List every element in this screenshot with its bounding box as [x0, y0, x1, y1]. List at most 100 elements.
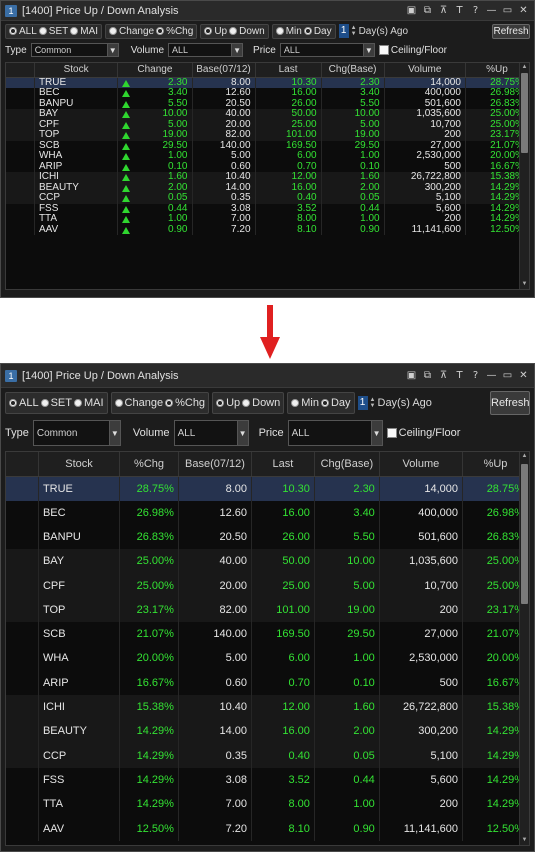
table-row[interactable]: ICHI 1.60 10.40 12.00 1.60 26,722,800 15.38% — [6, 172, 529, 183]
checkbox-box[interactable] — [378, 45, 389, 55]
col-header-chgbase[interactable]: Chg(Base) — [314, 452, 380, 477]
table-row[interactable]: BEAUTY 2.00 14.00 16.00 2.00 300,200 14.29% — [6, 182, 529, 193]
chevron-down-icon[interactable]: ▼ — [236, 421, 248, 445]
table-row[interactable]: BANPU 5.50 20.50 26.00 5.50 501,600 26.83% — [6, 98, 529, 109]
radio-min[interactable]: Min — [275, 26, 302, 37]
col-header-stock[interactable]: Stock — [34, 63, 119, 78]
radio-min[interactable]: Min — [291, 397, 319, 409]
table-row[interactable]: SCB 21.07% 140.00 169.50 29.50 27,000 21.07% — [6, 621, 529, 647]
spin-down-icon[interactable]: ▼ — [351, 31, 357, 37]
col-header-last[interactable]: Last — [255, 63, 322, 78]
refresh-button[interactable]: Refresh — [490, 391, 530, 415]
days-input[interactable]: 1 — [338, 24, 349, 38]
link-icon[interactable]: ▣ — [405, 4, 418, 17]
col-header-base[interactable]: Base(07/12) — [192, 63, 256, 78]
maximize-icon[interactable]: ▭ — [501, 369, 514, 382]
table-row[interactable]: TTA 14.29% 7.00 8.00 1.00 200 14.29% — [6, 792, 529, 817]
chevron-down-icon[interactable]: ▼ — [370, 421, 382, 445]
price-select[interactable]: ALL ▼ — [287, 420, 383, 446]
vertical-scrollbar[interactable]: ▲ ▼ — [519, 452, 529, 845]
pin-icon[interactable]: ⊼ — [437, 4, 450, 17]
radio-up[interactable]: Up — [204, 26, 227, 37]
price-select[interactable]: ALL ▼ — [279, 43, 375, 57]
radio-change[interactable]: Change — [114, 397, 163, 409]
radio-down[interactable]: Down — [229, 26, 265, 37]
copy-icon[interactable]: ⧉ — [421, 4, 434, 17]
chevron-down-icon[interactable]: ▼ — [106, 44, 118, 56]
radio-mai[interactable]: MAI — [70, 26, 98, 37]
minimize-icon[interactable]: — — [485, 369, 498, 382]
radio-mai[interactable]: MAI — [73, 397, 104, 409]
checkbox-box[interactable] — [386, 428, 397, 438]
link-icon[interactable]: ▣ — [405, 369, 418, 382]
scroll-thumb[interactable] — [521, 73, 528, 153]
table-row[interactable]: BEC 26.98% 12.60 16.00 3.40 400,000 26.98% — [6, 500, 529, 525]
radio-set[interactable]: SET — [38, 26, 68, 37]
table-row[interactable]: FSS 0.44 3.08 3.52 0.44 5,600 14.29% — [6, 203, 529, 214]
radio-day[interactable]: Day — [303, 26, 332, 37]
table-row[interactable]: BAY 10.00 40.00 50.00 10.00 1,035,600 25.00% — [6, 109, 529, 120]
close-icon[interactable]: ✕ — [517, 369, 530, 382]
spin-down-icon[interactable]: ▼ — [370, 403, 376, 409]
radio-pchg[interactable]: %Chg — [165, 397, 205, 409]
table-row[interactable]: SCB 29.50 140.00 169.50 29.50 27,000 21.07% — [6, 140, 529, 151]
radio-change[interactable]: Change — [109, 26, 154, 37]
col-header-chgbase[interactable]: Chg(Base) — [321, 63, 385, 78]
table-row[interactable]: ARIP 16.67% 0.60 0.70 0.10 500 16.67% — [6, 670, 529, 695]
scroll-down-icon[interactable]: ▼ — [520, 836, 529, 845]
col-header-pchg[interactable]: %Chg — [119, 452, 179, 477]
radio-pchg[interactable]: %Chg — [156, 26, 193, 37]
refresh-button[interactable]: Refresh — [492, 23, 530, 39]
table-row[interactable]: CPF 5.00 20.00 25.00 5.00 10,700 25.00% — [6, 119, 529, 130]
chevron-down-icon[interactable]: ▼ — [362, 44, 374, 56]
help-icon[interactable]: ? — [469, 4, 482, 17]
ceiling-floor-checkbox[interactable]: Ceiling/Floor — [378, 45, 447, 56]
pin-icon[interactable]: ⊼ — [437, 369, 450, 382]
radio-set[interactable]: SET — [40, 397, 72, 409]
table-row[interactable]: CPF 25.00% 20.00 25.00 5.00 10,700 25.00% — [6, 573, 529, 598]
table-row[interactable]: FSS 14.29% 3.08 3.52 0.44 5,600 14.29% — [6, 767, 529, 793]
scroll-thumb[interactable] — [521, 464, 528, 604]
col-header-stock[interactable]: Stock — [38, 452, 121, 477]
table-row[interactable]: TOP 19.00 82.00 101.00 19.00 200 23.17% — [6, 130, 529, 141]
type-select[interactable]: Common ▼ — [32, 420, 121, 446]
col-header-base[interactable]: Base(07/12) — [178, 452, 253, 477]
col-header-last[interactable]: Last — [251, 452, 315, 477]
chevron-down-icon[interactable]: ▼ — [108, 421, 120, 445]
table-row[interactable]: BAY 25.00% 40.00 50.00 10.00 1,035,600 25.00% — [6, 549, 529, 574]
table-row[interactable]: AAV 12.50% 7.20 8.10 0.90 11,141,600 12.50% — [6, 816, 529, 841]
days-spinner[interactable]: ▲ ▼ — [351, 25, 357, 37]
vertical-scrollbar[interactable]: ▲ ▼ — [519, 63, 529, 289]
table-row[interactable]: AAV 0.90 7.20 8.10 0.90 11,141,600 12.50% — [6, 224, 529, 235]
volume-select[interactable]: ALL ▼ — [173, 420, 249, 446]
scroll-down-icon[interactable]: ▼ — [520, 280, 529, 289]
radio-down[interactable]: Down — [242, 397, 280, 409]
maximize-icon[interactable]: ▭ — [501, 4, 514, 17]
table-row[interactable]: BEAUTY 14.29% 14.00 16.00 2.00 300,200 14.29% — [6, 719, 529, 744]
close-icon[interactable]: ✕ — [517, 4, 530, 17]
table-row[interactable]: BANPU 26.83% 20.50 26.00 5.50 501,600 26.83% — [6, 524, 529, 550]
radio-all[interactable]: ALL — [9, 397, 39, 409]
table-row[interactable]: TOP 23.17% 82.00 101.00 19.00 200 23.17% — [6, 597, 529, 622]
table-row[interactable]: WHA 1.00 5.00 6.00 1.00 2,530,000 20.00% — [6, 151, 529, 162]
table-row[interactable]: ARIP 0.10 0.60 0.70 0.10 500 16.67% — [6, 161, 529, 172]
copy-icon[interactable]: ⧉ — [421, 369, 434, 382]
font-icon[interactable]: T — [453, 4, 466, 17]
table-row[interactable]: ICHI 15.38% 10.40 12.00 1.60 26,722,800 15.38% — [6, 694, 529, 720]
col-header-change[interactable]: Change — [117, 63, 193, 78]
table-row[interactable]: WHA 20.00% 5.00 6.00 1.00 2,530,000 20.00% — [6, 646, 529, 671]
volume-select[interactable]: ALL ▼ — [168, 43, 244, 57]
radio-day[interactable]: Day — [320, 397, 351, 409]
table-row[interactable]: TRUE 2.30 8.00 10.30 2.30 14,000 28.75% — [6, 77, 529, 88]
scroll-up-icon[interactable]: ▲ — [520, 63, 529, 72]
radio-up[interactable]: Up — [216, 397, 240, 409]
minimize-icon[interactable]: — — [485, 4, 498, 17]
table-row[interactable]: TRUE 28.75% 8.00 10.30 2.30 14,000 28.75% — [6, 476, 529, 501]
table-row[interactable]: CCP 14.29% 0.35 0.40 0.05 5,100 14.29% — [6, 743, 529, 768]
table-row[interactable]: CCP 0.05 0.35 0.40 0.05 5,100 14.29% — [6, 193, 529, 204]
font-icon[interactable]: T — [453, 369, 466, 382]
table-row[interactable]: TTA 1.00 7.00 8.00 1.00 200 14.29% — [6, 214, 529, 225]
ceiling-floor-checkbox[interactable]: Ceiling/Floor — [386, 427, 460, 439]
help-icon[interactable]: ? — [469, 369, 482, 382]
col-header-volume[interactable]: Volume — [384, 63, 466, 78]
